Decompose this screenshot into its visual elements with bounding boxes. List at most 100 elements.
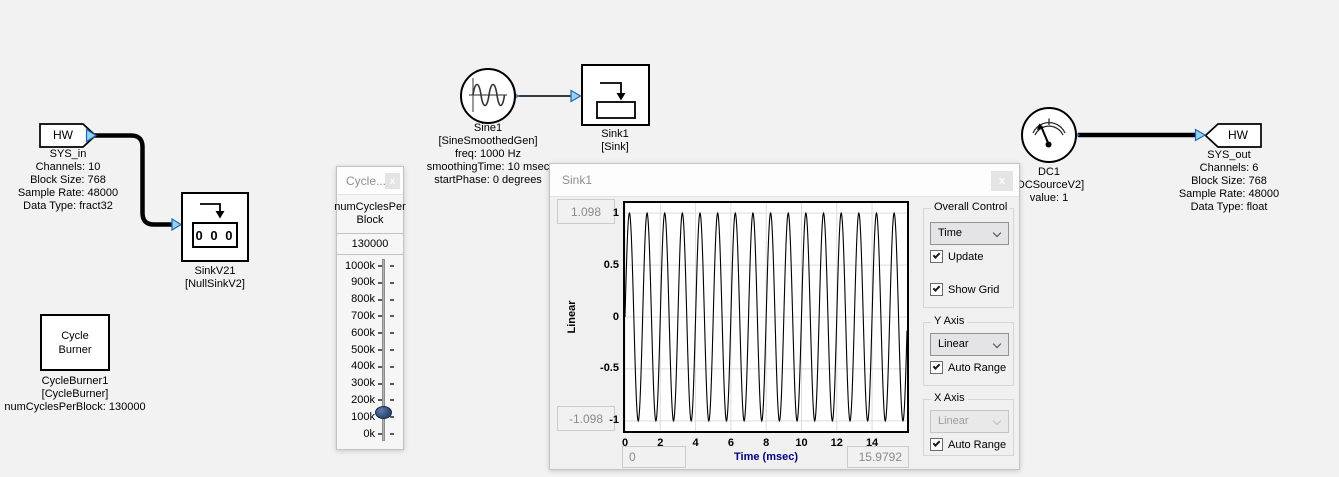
slider-tick-mark (390, 433, 394, 435)
slider-tick-mark (390, 399, 394, 401)
y-axis-group: Y Axis Linear Auto Range (923, 322, 1014, 386)
x-axis-group: X Axis Linear Auto Range (923, 399, 1014, 456)
slider-tick-label: 800k (337, 293, 375, 306)
domain-select[interactable]: Time (930, 222, 1009, 245)
x-tick-label: 14 (857, 437, 887, 450)
check-icon (933, 284, 941, 292)
slider-tick-mark (378, 399, 382, 401)
x-auto-range-label: Auto Range (948, 439, 1006, 451)
domain-select-value: Time (938, 227, 962, 239)
chevron-down-icon (993, 340, 1001, 348)
cycleburner-block[interactable]: Cycle Burner (40, 314, 110, 371)
slider-tick-mark (390, 332, 394, 334)
sinkv21-class: [NullSinkV2] (145, 278, 285, 291)
cycleburner-body-label: Cycle Burner (42, 316, 108, 369)
sys-out-caption: SYS_out Channels: 6 Block Size: 768 Samp… (1159, 149, 1299, 214)
x-tick-label: 6 (716, 437, 746, 450)
slider-tick-mark (378, 282, 382, 284)
y-tick-label: -1 (585, 414, 619, 427)
x-auto-range-checkbox-row[interactable]: Auto Range (930, 438, 1006, 451)
sink1-arrow-icon (583, 66, 648, 124)
y-axis-label: Linear (566, 257, 580, 377)
sine1-freq: freq: 1000 Hz (408, 148, 568, 161)
slider-tick-mark (378, 265, 382, 267)
slider-tick-label: 600k (337, 327, 375, 340)
sys-out-samplerate: Sample Rate: 48000 (1159, 188, 1299, 201)
y-tick-label: 0 (585, 311, 619, 324)
x-scale-select-value: Linear (938, 415, 969, 427)
sys-in-hw-label: HW (40, 124, 86, 147)
slider-value-field[interactable]: 130000 (337, 233, 403, 255)
update-checkbox-row[interactable]: Update (930, 250, 983, 263)
sinkv21-block[interactable]: 0 0 0 (181, 192, 249, 262)
cycleburner-slider-window: Cycle... x numCyclesPer Block 130000 100… (336, 166, 404, 450)
sink1-class: [Sink] (555, 141, 675, 154)
slider-tick-mark (378, 433, 382, 435)
meter-icon (1027, 113, 1071, 157)
slider-tick-label: 1000k (337, 260, 375, 273)
slider-param-label: numCyclesPer Block (337, 195, 403, 233)
sine1-caption: Sine1 [SineSmoothedGen] freq: 1000 Hz sm… (408, 122, 568, 187)
slider-tick-label: 300k (337, 377, 375, 390)
sink-window-title: Sink1 (562, 164, 592, 197)
y-tick-label: 0.5 (585, 259, 619, 272)
y-auto-range-checkbox-row[interactable]: Auto Range (930, 361, 1006, 374)
sink1-scope-window: Sink1 x 1.098 -1.098 Linear 0 Time (msec… (549, 163, 1020, 470)
x-scale-select: Linear (930, 410, 1009, 433)
y-scale-select[interactable]: Linear (930, 333, 1009, 356)
sine-wave-icon (466, 74, 510, 118)
x-tick-label: 0 (610, 437, 640, 450)
sink1-input-port-icon[interactable] (571, 91, 581, 102)
sinkv21-input-port-icon[interactable] (172, 219, 181, 230)
sys-out-channels: Channels: 6 (1159, 162, 1299, 175)
sys-in-datatype: Data Type: fract32 (0, 200, 138, 213)
sink-window-titlebar[interactable]: Sink1 x (550, 164, 1019, 197)
x-tick-label: 8 (751, 437, 781, 450)
cycleburner-param: numCyclesPerBlock: 130000 (0, 401, 150, 414)
slider-tick-mark (390, 265, 394, 267)
slider-thumb[interactable] (375, 406, 392, 419)
check-icon (933, 439, 941, 447)
sink1-caption: Sink1 [Sink] (555, 128, 675, 154)
sine1-block[interactable] (460, 68, 516, 124)
chevron-down-icon (993, 229, 1001, 237)
slider-tick-mark (378, 383, 382, 385)
y-auto-range-label: Auto Range (948, 362, 1006, 374)
sinkv21-counter-display: 0 0 0 (192, 222, 238, 248)
slider-zone: 1000k900k800k700k600k500k400k300k200k100… (337, 255, 403, 451)
sinkv21-caption: SinkV21 [NullSinkV2] (145, 265, 285, 291)
slider-tick-mark (390, 366, 394, 368)
x-tick-label: 10 (786, 437, 816, 450)
slider-tick-label: 200k (337, 394, 375, 407)
overall-control-group: Overall Control Time Update Show Grid (923, 208, 1014, 308)
slider-tick-mark (390, 349, 394, 351)
show-grid-checkbox-row[interactable]: Show Grid (930, 283, 999, 296)
x-tick-label: 12 (822, 437, 852, 450)
show-grid-checkbox[interactable] (930, 283, 943, 296)
slider-window-titlebar[interactable]: Cycle... x (337, 167, 403, 195)
sys-out-datatype: Data Type: float (1159, 201, 1299, 214)
y-tick-label: 1 (585, 207, 619, 220)
sys-out-input-port-icon[interactable] (1196, 130, 1206, 141)
x-auto-range-checkbox[interactable] (930, 438, 943, 451)
diagram-canvas: HW SYS_in Channels: 10 Block Size: 768 S… (0, 0, 1339, 477)
x-tick-label: 4 (681, 437, 711, 450)
slider-window-title: Cycle... (346, 167, 386, 195)
sink-window-close-icon[interactable]: x (991, 171, 1013, 191)
update-checkbox[interactable] (930, 250, 943, 263)
sys-out-blocksize: Block Size: 768 (1159, 175, 1299, 188)
slider-tick-mark (378, 366, 382, 368)
y-axis-group-label: Y Axis (931, 315, 967, 327)
slider-window-close-icon[interactable]: x (385, 173, 400, 189)
slider-tick-mark (378, 299, 382, 301)
sys-in-samplerate: Sample Rate: 48000 (0, 187, 138, 200)
sink1-block[interactable] (581, 64, 650, 126)
slider-tick-label: 700k (337, 310, 375, 323)
dc1-block[interactable] (1021, 107, 1077, 163)
y-auto-range-checkbox[interactable] (930, 361, 943, 374)
sink1-name: Sink1 (555, 128, 675, 141)
sine1-phase: startPhase: 0 degrees (408, 174, 568, 187)
slider-tick-mark (390, 299, 394, 301)
y-tick-label: -0.5 (585, 362, 619, 375)
x-tick-label: 2 (645, 437, 675, 450)
